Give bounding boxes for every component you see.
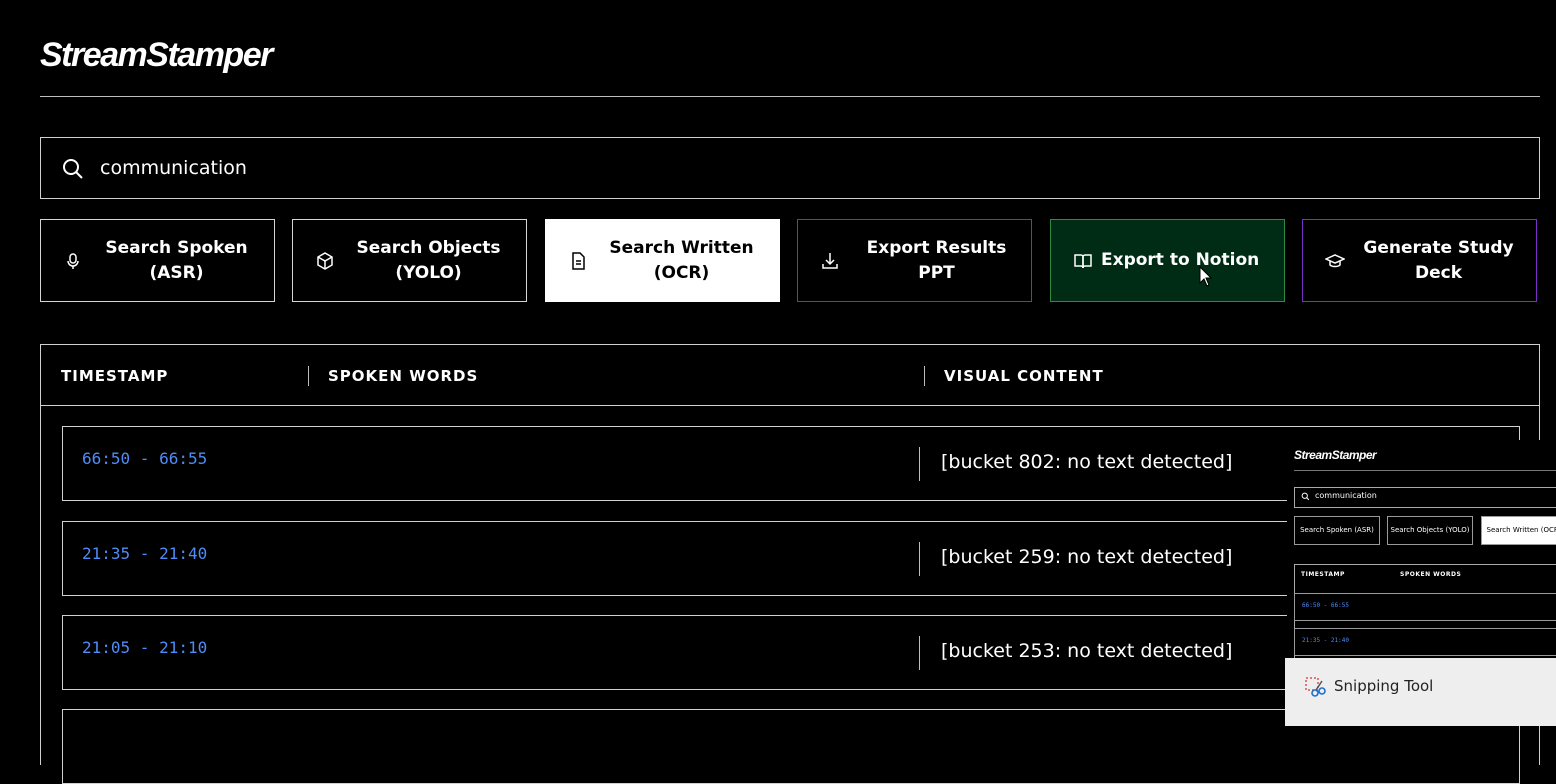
visual-content-cell: [bucket 259: no text detected] bbox=[941, 546, 1233, 568]
search-spoken-label-2: (ASR) bbox=[149, 262, 204, 283]
search-objects-button[interactable]: Search Objects (YOLO) bbox=[292, 219, 527, 302]
cube-icon bbox=[317, 252, 333, 270]
column-header-timestamp: TIMESTAMP bbox=[61, 367, 169, 385]
preview-divider bbox=[1294, 470, 1556, 471]
book-open-icon bbox=[1074, 254, 1092, 269]
header-divider bbox=[40, 96, 1540, 97]
generate-study-deck-button[interactable]: Generate Study Deck bbox=[1302, 219, 1537, 302]
column-divider bbox=[308, 366, 309, 386]
app-logo: StreamStamper bbox=[40, 36, 273, 74]
preview-timestamp: 21:35 - 21:40 bbox=[1302, 637, 1349, 644]
preview-row: 21:35 - 21:40 bbox=[1294, 628, 1556, 656]
document-icon bbox=[572, 252, 585, 270]
search-written-button[interactable]: Search Written (OCR) bbox=[545, 219, 780, 302]
export-ppt-button[interactable]: Export Results PPT bbox=[797, 219, 1032, 302]
screenshot-preview[interactable]: StreamStamper communication Search Spoke… bbox=[1287, 440, 1556, 658]
search-written-label-1: Search Written bbox=[609, 237, 754, 258]
snipping-tool-notification[interactable]: Snipping Tool bbox=[1285, 658, 1556, 726]
preview-row: 66:50 - 66:55 bbox=[1294, 593, 1556, 621]
preview-search-icon bbox=[1301, 492, 1310, 501]
preview-button: Search Written (OCR) bbox=[1481, 516, 1556, 545]
timestamp-link[interactable]: 66:50 - 66:55 bbox=[82, 449, 207, 468]
timestamp-link[interactable]: 21:05 - 21:10 bbox=[82, 638, 207, 657]
preview-search-text: communication bbox=[1315, 491, 1377, 500]
cell-divider bbox=[919, 636, 920, 670]
preview-header-spoken: SPOKEN WORDS bbox=[1400, 571, 1462, 578]
cell-divider bbox=[919, 447, 920, 481]
search-objects-label-1: Search Objects bbox=[356, 237, 501, 258]
preview-button: Search Objects (YOLO) bbox=[1387, 516, 1473, 545]
search-icon bbox=[63, 159, 83, 179]
snipping-tool-label: Snipping Tool bbox=[1334, 677, 1434, 695]
mouse-cursor-icon bbox=[1199, 266, 1213, 287]
export-notion-button[interactable]: Export to Notion bbox=[1050, 219, 1285, 302]
search-spoken-label-1: Search Spoken bbox=[105, 237, 248, 258]
preview-search-bar: communication bbox=[1294, 487, 1556, 508]
visual-content-cell: [bucket 802: no text detected] bbox=[941, 451, 1233, 473]
preview-button: Search Spoken (ASR) bbox=[1294, 516, 1380, 545]
study-deck-label-1: Generate Study bbox=[1363, 237, 1514, 258]
column-header-spoken: SPOKEN WORDS bbox=[328, 367, 479, 385]
search-bar[interactable] bbox=[40, 137, 1540, 199]
export-ppt-label: Export Results PPT bbox=[866, 237, 1007, 283]
scissors-icon bbox=[1305, 677, 1326, 697]
search-objects-label-2: (YOLO) bbox=[395, 262, 462, 283]
column-divider bbox=[924, 366, 925, 386]
microphone-icon bbox=[67, 253, 79, 269]
preview-timestamp: 66:50 - 66:55 bbox=[1302, 602, 1349, 609]
search-spoken-button[interactable]: Search Spoken (ASR) bbox=[40, 219, 275, 302]
export-notion-label: Export to Notion bbox=[1101, 250, 1260, 270]
study-deck-label-2: Deck bbox=[1414, 262, 1463, 283]
visual-content-cell: [bucket 253: no text detected] bbox=[941, 640, 1233, 662]
timestamp-link[interactable]: 21:35 - 21:40 bbox=[82, 544, 207, 563]
cell-divider bbox=[919, 542, 920, 576]
preview-logo: StreamStamper bbox=[1294, 448, 1377, 462]
download-icon bbox=[822, 253, 838, 269]
search-input[interactable] bbox=[100, 138, 1500, 198]
graduation-cap-icon bbox=[1325, 254, 1345, 268]
table-header: TIMESTAMP SPOKEN WORDS VISUAL CONTENT bbox=[41, 345, 1539, 406]
column-header-visual: VISUAL CONTENT bbox=[944, 367, 1104, 385]
preview-header-timestamp: TIMESTAMP bbox=[1301, 571, 1345, 578]
search-written-label-2: (OCR) bbox=[653, 262, 710, 283]
